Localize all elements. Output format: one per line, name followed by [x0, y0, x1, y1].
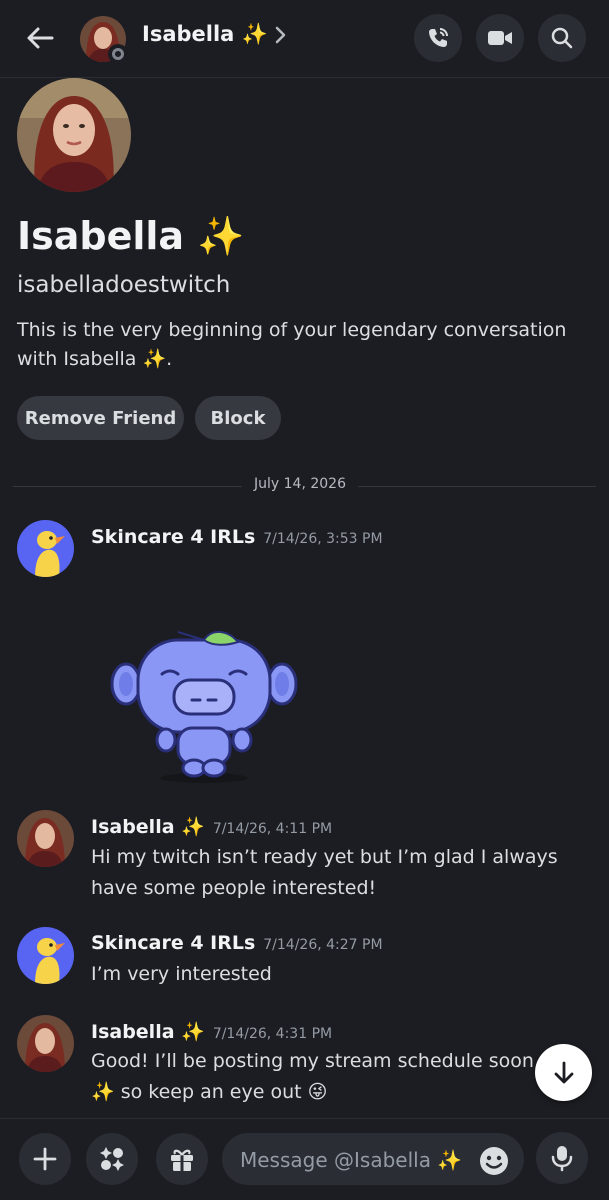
video-call-icon [488, 31, 512, 45]
message-text: I’m very interested [91, 963, 272, 985]
message-input-placeholder: Message @Isabella ✨ [240, 1148, 463, 1172]
header-title[interactable]: Isabella ✨ [142, 22, 268, 47]
profile-username: isabelladoestwitch [17, 272, 231, 298]
message-avatar-skincare[interactable] [17, 520, 74, 577]
remove-friend-button[interactable]: Remove Friend [17, 396, 184, 440]
message-avatar-isabella[interactable] [17, 810, 74, 867]
message-timestamp: 7/14/26, 3:53 PM [263, 531, 383, 547]
block-button[interactable]: Block [195, 396, 281, 440]
message-avatar-isabella[interactable] [17, 1015, 74, 1072]
voice-call-button[interactable] [414, 14, 462, 62]
voice-call-icon [429, 28, 448, 47]
profile-display-name: Isabella ✨ [17, 214, 245, 258]
attach-button[interactable] [19, 1133, 71, 1185]
back-button[interactable] [22, 20, 58, 56]
search-icon [551, 27, 573, 49]
chevron-right-icon[interactable] [274, 24, 288, 46]
message-avatar-skincare[interactable] [17, 927, 74, 984]
microphone-icon [551, 1146, 573, 1172]
plus-icon [33, 1147, 57, 1171]
message-timestamp: 7/14/26, 4:31 PM [212, 1026, 333, 1042]
video-call-button[interactable] [476, 14, 524, 62]
message-author[interactable]: Isabella ✨ 7/14/26, 4:31 PM [91, 1020, 332, 1043]
date-divider-label: July 14, 2026 [242, 476, 358, 492]
emoji-icon[interactable] [478, 1145, 510, 1177]
chat-header: Isabella ✨ [0, 0, 609, 78]
message-author[interactable]: Skincare 4 IRLs 7/14/26, 4:27 PM [91, 932, 383, 954]
apps-button[interactable] [86, 1133, 138, 1185]
arrow-down-icon [554, 1061, 573, 1083]
message-timestamp: 7/14/26, 4:27 PM [263, 937, 383, 953]
gift-button[interactable] [156, 1133, 208, 1185]
gift-icon [171, 1149, 193, 1171]
conversation-intro-text: This is the very beginning of your legen… [17, 319, 567, 370]
jump-to-bottom-button[interactable] [535, 1044, 592, 1101]
message-author[interactable]: Skincare 4 IRLs 7/14/26, 3:53 PM [91, 526, 383, 548]
wumpus-sticker [110, 631, 298, 783]
profile-avatar[interactable] [17, 78, 131, 192]
message-timestamp: 7/14/26, 4:11 PM [212, 821, 333, 837]
message-text: Good! I’ll be posting my stream schedule… [91, 1050, 534, 1103]
apps-icon [100, 1147, 124, 1171]
message-text: Hi my twitch isn’t ready yet but I’m gla… [91, 846, 558, 899]
back-arrow-icon [27, 27, 54, 49]
status-indicator [108, 44, 128, 64]
voice-message-button[interactable] [536, 1132, 588, 1184]
message-author[interactable]: Isabella ✨ 7/14/26, 4:11 PM [91, 815, 332, 838]
search-button[interactable] [538, 14, 586, 62]
